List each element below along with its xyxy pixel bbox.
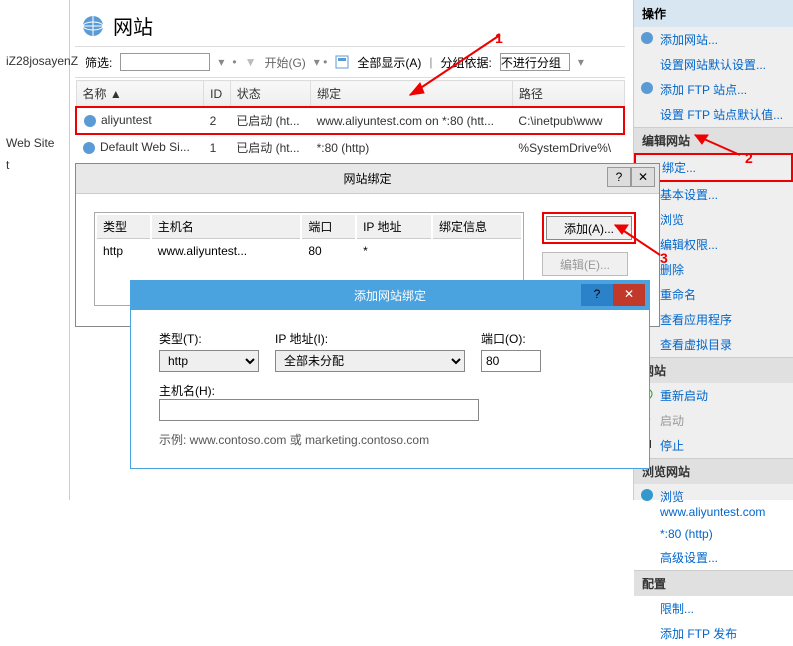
ip-label: IP 地址(I):: [275, 330, 465, 347]
close-button[interactable]: ✕: [631, 167, 655, 187]
tree-web-site[interactable]: Web Site: [0, 132, 69, 154]
col-host[interactable]: 主机名: [152, 215, 301, 239]
host-label: 主机名(H):: [159, 384, 215, 398]
port-input[interactable]: [481, 350, 541, 372]
col-status[interactable]: 状态: [230, 81, 310, 108]
ip-select[interactable]: 全部未分配: [275, 350, 465, 372]
main-panel: 网站 筛选: ▾ • ▼ 开始(G) ▾ • 全部显示(A) | 分组依据: ▾…: [75, 5, 625, 160]
filter-funnel-icon: ▼: [245, 55, 257, 69]
add-ftp-site[interactable]: 添加 FTP 站点...: [634, 77, 793, 102]
port-label: 端口(O):: [481, 330, 541, 347]
set-site-defaults[interactable]: 设置网站默认设置...: [634, 52, 793, 77]
group-by-select[interactable]: [500, 53, 570, 71]
restart[interactable]: 重新启动: [634, 383, 793, 408]
globe-icon: [640, 81, 654, 95]
tree-t[interactable]: t: [0, 154, 69, 176]
annotation-1: 1: [495, 30, 503, 46]
host-example: 示例: www.contoso.com 或 marketing.contoso.…: [159, 431, 621, 448]
type-label: 类型(T):: [159, 330, 259, 347]
add-ftp-publish[interactable]: 添加 FTP 发布: [634, 621, 793, 646]
filter-label: 筛选:: [85, 54, 112, 71]
globe-icon: [81, 14, 105, 38]
left-tree: iZ28josayenZ Web Site t: [0, 0, 70, 500]
col-type[interactable]: 类型: [97, 215, 150, 239]
site-icon: [83, 114, 97, 128]
help-button[interactable]: ?: [607, 167, 631, 187]
browse-url[interactable]: 浏览 www.aliyuntest.com: [634, 484, 793, 523]
site-head: 网站: [634, 357, 793, 383]
annotation-3: 3: [660, 250, 668, 266]
host-input[interactable]: [159, 399, 479, 421]
set-ftp-defaults[interactable]: 设置 FTP 站点默认值...: [634, 102, 793, 127]
col-id[interactable]: ID: [204, 81, 231, 108]
show-all-icon: [335, 55, 349, 69]
close-button[interactable]: ✕: [613, 284, 645, 306]
col-name[interactable]: 名称 ▲: [76, 81, 204, 108]
annotation-arrow: [690, 130, 750, 160]
table-row[interactable]: aliyuntest 2 已启动 (ht... www.aliyuntest.c…: [76, 107, 624, 134]
annotation-2: 2: [745, 150, 753, 166]
limits[interactable]: 限制...: [634, 596, 793, 621]
stop[interactable]: 停止: [634, 433, 793, 458]
annotation-arrow: [400, 25, 510, 105]
start: 启动: [634, 408, 793, 433]
help-button[interactable]: ?: [581, 284, 613, 306]
advanced-settings[interactable]: 高级设置...: [634, 545, 793, 570]
tree-host[interactable]: iZ28josayenZ: [0, 50, 69, 72]
browse-port[interactable]: *:80 (http): [634, 523, 793, 545]
col-info[interactable]: 绑定信息: [433, 215, 521, 239]
view-vdir[interactable]: 查看虚拟目录: [634, 332, 793, 357]
filter-input[interactable]: [120, 53, 210, 71]
config-head: 配置: [634, 570, 793, 596]
table-row[interactable]: http www.aliyuntest... 80 *: [97, 241, 521, 261]
col-port[interactable]: 端口: [302, 215, 355, 239]
dialog-title: 网站绑定 ? ✕: [76, 164, 659, 194]
browse-site-head: 浏览网站: [634, 458, 793, 484]
dialog-title: 添加网站绑定 ? ✕: [131, 281, 649, 310]
actions-title: 操作: [634, 0, 793, 27]
start-button[interactable]: 开始(G): [264, 54, 305, 71]
dropdown-icon[interactable]: ▾: [218, 55, 224, 69]
filter-bar: 筛选: ▾ • ▼ 开始(G) ▾ • 全部显示(A) | 分组依据: ▾: [75, 46, 625, 78]
globe-icon: [640, 31, 654, 45]
page-title: 网站: [113, 11, 153, 40]
table-row[interactable]: Default Web Si... 1 已启动 (ht... *:80 (htt…: [76, 134, 624, 160]
sites-table: 名称 ▲ ID 状态 绑定 路径 aliyuntest 2 已启动 (ht...…: [75, 80, 625, 160]
col-path[interactable]: 路径: [512, 81, 624, 108]
dropdown-icon[interactable]: ▾: [578, 55, 584, 69]
add-binding-dialog: 添加网站绑定 ? ✕ 类型(T): http IP 地址(I): 全部未分配 端…: [130, 280, 650, 469]
type-select[interactable]: http: [159, 350, 259, 372]
add-site[interactable]: 添加网站...: [634, 27, 793, 52]
col-ip[interactable]: IP 地址: [357, 215, 431, 239]
site-icon: [82, 141, 96, 155]
